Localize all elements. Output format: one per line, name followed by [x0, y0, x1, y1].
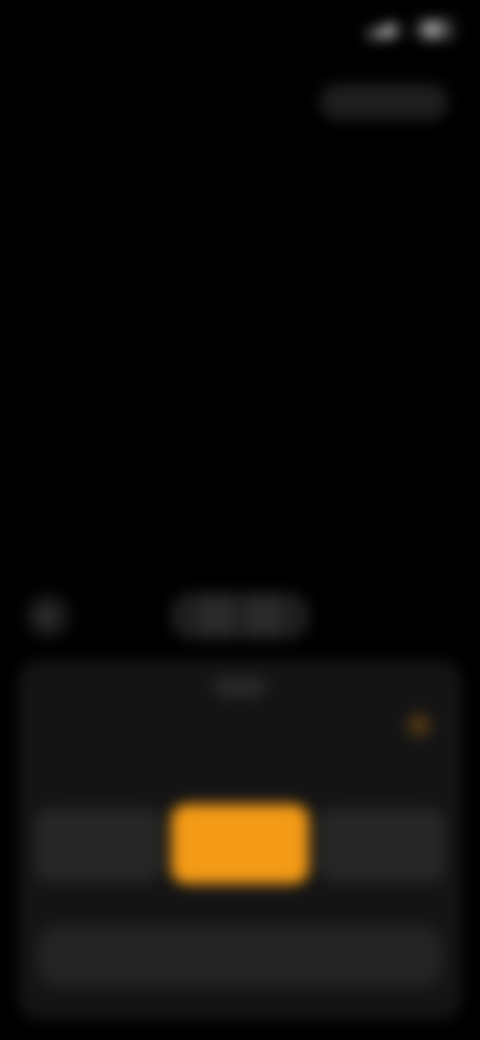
mode-item — [318, 760, 446, 890]
wifi-icon: ◔ — [404, 21, 412, 37]
settings-icon[interactable]: ⚙ — [406, 712, 432, 738]
mode-button-active[interactable] — [171, 804, 309, 884]
zoom-option[interactable] — [245, 597, 283, 635]
signal-icon: ▂▄▆ — [366, 21, 397, 36]
battery-icon — [420, 20, 452, 38]
left-control-icon: ◐ — [42, 605, 54, 626]
mode-button[interactable] — [34, 808, 162, 882]
bottom-action-button[interactable] — [38, 926, 442, 986]
control-panel: ⚙ — [18, 660, 462, 1020]
mode-item — [34, 760, 162, 890]
zoom-row: ◐ — [20, 580, 460, 650]
zoom-option[interactable] — [197, 597, 235, 635]
left-control-button[interactable]: ◐ — [26, 594, 70, 638]
mode-item — [171, 760, 309, 890]
mode-button[interactable] — [318, 808, 446, 882]
viewfinder[interactable] — [0, 140, 480, 570]
status-bar: ▂▄▆ ◔ — [28, 14, 452, 44]
mode-selector — [34, 760, 446, 890]
camera-screen: ▂▄▆ ◔ ◐ ⚙ — [0, 0, 480, 1040]
zoom-selector[interactable] — [170, 592, 310, 640]
panel-handle[interactable] — [214, 678, 266, 696]
top-chip[interactable] — [320, 84, 448, 120]
status-right: ▂▄▆ ◔ — [366, 20, 452, 38]
